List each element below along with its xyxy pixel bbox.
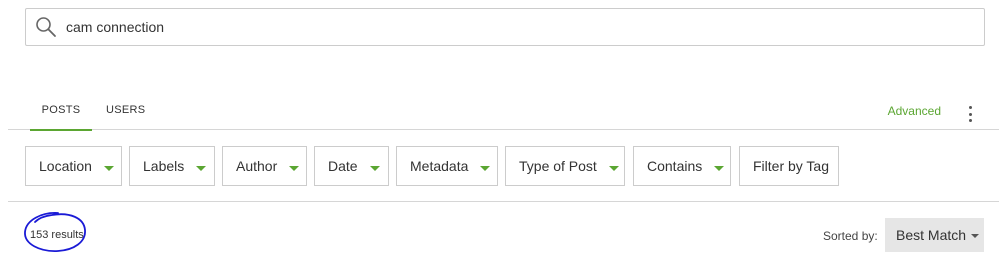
filter-date[interactable]: Date xyxy=(314,146,389,186)
tab-users[interactable]: USERS xyxy=(106,104,145,116)
search-input[interactable] xyxy=(66,12,946,42)
divider xyxy=(8,201,999,202)
search-icon xyxy=(35,16,57,38)
advanced-search-link[interactable]: Advanced xyxy=(888,104,941,118)
filter-by-tag-label: Filter by Tag xyxy=(753,158,829,174)
caret-down-icon xyxy=(971,233,980,238)
tab-posts-label: POSTS xyxy=(41,104,81,116)
filter-date-label: Date xyxy=(328,158,358,174)
results-count: 153 results xyxy=(30,229,84,241)
filter-contains-label: Contains xyxy=(647,158,703,174)
search-results-page: POSTS USERS Advanced Location Labels Aut… xyxy=(0,0,999,258)
sort-value: Best Match xyxy=(896,227,967,243)
sort-dropdown[interactable]: Best Match xyxy=(885,218,984,252)
filter-location[interactable]: Location xyxy=(25,146,122,186)
search-box[interactable] xyxy=(25,8,985,46)
more-options-icon[interactable] xyxy=(967,106,973,122)
filter-author-label: Author xyxy=(236,158,278,174)
chevron-down-icon xyxy=(289,165,300,171)
chevron-down-icon xyxy=(714,165,725,171)
filter-contains[interactable]: Contains xyxy=(633,146,731,186)
tab-users-label: USERS xyxy=(106,104,146,116)
chevron-down-icon xyxy=(608,165,619,171)
filter-author[interactable]: Author xyxy=(222,146,307,186)
filter-type-of-post[interactable]: Type of Post xyxy=(505,146,625,186)
chevron-down-icon xyxy=(196,165,207,171)
filter-metadata-label: Metadata xyxy=(410,158,469,174)
tab-bar: POSTS USERS Advanced xyxy=(8,96,999,131)
filter-metadata[interactable]: Metadata xyxy=(396,146,498,186)
sort-label: Sorted by: xyxy=(823,229,878,243)
tab-posts[interactable]: POSTS xyxy=(30,104,92,131)
filter-type-of-post-label: Type of Post xyxy=(519,158,597,174)
chevron-down-icon xyxy=(103,165,114,171)
filter-labels-label: Labels xyxy=(143,158,185,174)
chevron-down-icon xyxy=(480,165,491,171)
chevron-down-icon xyxy=(369,165,380,171)
filter-by-tag[interactable]: Filter by Tag xyxy=(739,146,839,186)
filter-location-label: Location xyxy=(39,158,92,174)
filter-labels[interactable]: Labels xyxy=(129,146,215,186)
